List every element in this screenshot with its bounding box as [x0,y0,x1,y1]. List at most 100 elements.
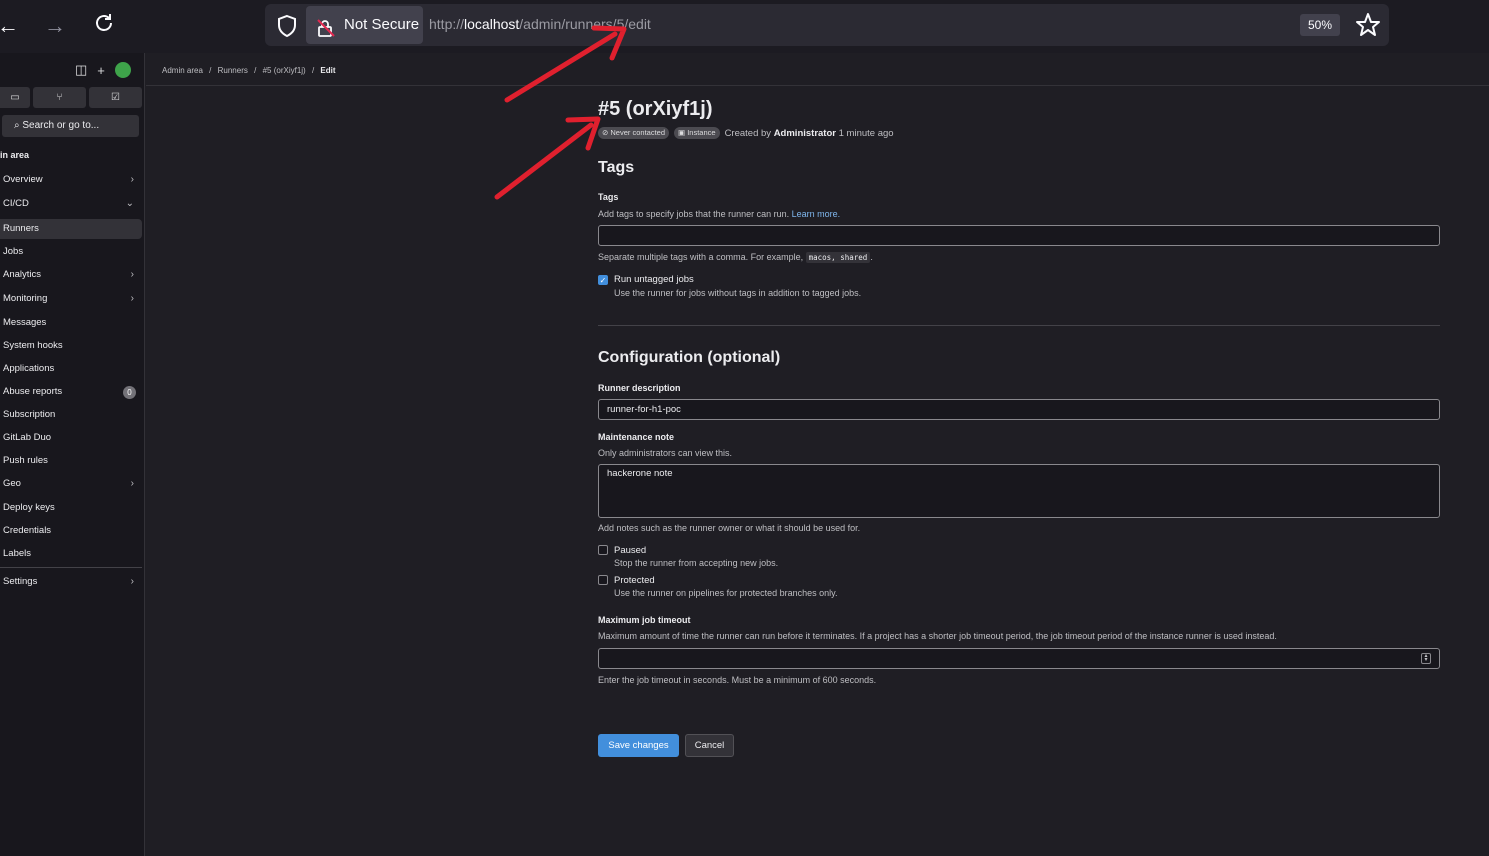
sidebar-item-label: CI/CD [3,198,29,209]
sidebar-item-subscription[interactable]: Subscription [0,405,142,425]
breadcrumb-runners[interactable]: Runners [218,66,248,75]
runner-description-input[interactable]: runner-for-h1-poc [598,399,1440,420]
sidebar-item-runners[interactable]: Runners [0,219,142,239]
search-icon: ⌕ [14,120,20,131]
protected-checkbox[interactable] [598,575,608,585]
status-badge-label: Never contacted [610,128,666,137]
insecure-lock-icon [316,15,336,53]
sidebar-item-label: Messages [3,317,47,328]
sidebar-item-label: Push rules [3,455,48,466]
max-job-timeout-input[interactable]: ▴ ▾ [598,648,1440,669]
cancel-button[interactable]: Cancel [685,734,734,757]
sidebar-item-label: Settings [3,576,38,587]
tracking-protection-shield-icon[interactable] [276,14,298,43]
sidebar-section-title: in area [0,150,30,160]
breadcrumb-separator: / [311,66,315,75]
runner-meta: ⊘ Never contacted ▣ Instance Created by … [598,127,894,139]
sidebar-item-labels[interactable]: Labels [0,544,142,564]
runner-type-badge: ▣ Instance [674,127,720,139]
collapse-sidebar-icon[interactable]: ◫ [75,62,87,78]
todo-check-icon: ☑ [111,92,120,103]
sidebar-item-label: Credentials [3,525,52,536]
protected-label[interactable]: Protected [614,575,655,586]
sidebar-item-credentials[interactable]: Credentials [0,521,142,541]
sidebar-item-jobs[interactable]: Jobs [0,242,142,262]
runner-type-label: Instance [687,128,716,137]
sidebar-item-overview[interactable]: Overview › [0,170,142,190]
paused-label[interactable]: Paused [614,545,646,556]
browser-toolbar: ← → Not Secure http://localhost/admin/ru… [0,0,1489,53]
reload-icon[interactable] [90,12,118,40]
url-scheme: http:// [429,16,465,32]
max-job-timeout-help: Maximum amount of time the runner can ru… [598,631,1277,641]
user-avatar[interactable] [114,62,131,78]
sidebar-item-analytics[interactable]: Analytics › [0,265,142,285]
todos-button[interactable]: ☑ [89,87,142,108]
sidebar-item-gitlab-duo[interactable]: GitLab Duo [0,428,142,448]
not-secure-label: Not Secure [344,16,420,33]
number-spinner-icon[interactable]: ▴ ▾ [1421,653,1431,664]
tags-label: Tags [598,192,619,202]
tags-help: Add tags to specify jobs that the runner… [598,209,840,219]
sidebar-item-applications[interactable]: Applications [0,359,142,379]
sidebar-item-abuse-reports[interactable]: Abuse reports 0 [0,382,142,402]
maintenance-note-textarea[interactable]: hackerone note [598,464,1440,518]
created-time: 1 minute ago [838,127,894,139]
chevron-down-icon: ⌄ [125,198,134,209]
tags-example-code: macos, shared [805,252,871,263]
sidebar-item-settings[interactable]: Settings › [0,572,142,592]
created-by-user[interactable]: Administrator [774,128,836,139]
forward-arrow-icon[interactable]: → [41,12,69,40]
breadcrumb-runner[interactable]: #5 (orXiyf1j) [263,66,306,75]
run-untagged-label[interactable]: Run untagged jobs [614,274,694,285]
learn-more-link[interactable]: Learn more. [792,209,841,219]
bookmark-star-icon[interactable] [1355,12,1381,43]
section-divider [598,325,1440,326]
page-title: #5 (orXiyf1j) [598,98,713,120]
tags-separator-help: Separate multiple tags with a comma. For… [598,252,873,263]
breadcrumb-current: Edit [320,66,336,75]
sidebar-item-system-hooks[interactable]: System hooks [0,336,142,356]
paused-checkbox[interactable] [598,545,608,555]
site-security-button[interactable]: Not Secure [306,6,423,44]
create-new-plus-icon[interactable]: + [97,63,105,78]
sidebar-item-label: System hooks [3,340,63,351]
breadcrumb-admin-area[interactable]: Admin area [162,66,203,75]
url-text[interactable]: http://localhost/admin/runners/5/edit [429,16,651,32]
configuration-heading: Configuration (optional) [598,349,781,366]
back-arrow-icon[interactable]: ← [0,12,22,40]
merge-requests-button[interactable]: ⑂ [33,87,86,108]
chevron-right-icon: › [130,269,134,280]
status-offline-icon: ⊘ [602,128,609,137]
protected-help: Use the runner on pipelines for protecte… [614,588,838,598]
zoom-level-button[interactable]: 50% [1300,14,1340,36]
sidebar-item-label: Geo [3,478,21,489]
chevron-right-icon: › [130,293,134,304]
sidebar-item-label: Applications [3,363,55,374]
sidebar-item-deploy-keys[interactable]: Deploy keys [0,498,142,518]
save-changes-button[interactable]: Save changes [598,734,679,757]
sidebar-item-geo[interactable]: Geo › [0,474,142,494]
sidebar-item-label: Deploy keys [3,502,55,513]
sidebar-item-monitoring[interactable]: Monitoring › [0,289,142,309]
tags-help-text: Add tags to specify jobs that the runner… [598,209,790,219]
sidebar-item-cicd[interactable]: CI/CD ⌄ [0,194,142,214]
sidebar-item-push-rules[interactable]: Push rules [0,451,142,471]
sidebar-divider [0,567,142,568]
search-or-go-to-button[interactable]: ⌕ Search or go to... [2,115,139,137]
run-untagged-checkbox[interactable]: ✓ [598,275,608,285]
check-icon: ✓ [599,276,607,285]
maintenance-note-label: Maintenance note [598,432,675,442]
tags-input[interactable] [598,225,1440,246]
breadcrumb-separator: / [254,66,257,75]
count-badge: 0 [123,386,136,399]
sidebar-item-label: Monitoring [3,293,48,304]
sidebar: ◫ + ▭ ⑂ ☑ ⌕ Search or go to... in area O… [0,53,145,856]
chevron-right-icon: › [130,478,134,489]
sidebar-counters: ▭ ⑂ ☑ [0,87,142,108]
sidebar-item-label: Labels [3,548,31,559]
issues-count-button[interactable]: ▭ [0,87,30,108]
sidebar-item-messages[interactable]: Messages [0,313,142,333]
sidebar-item-label: Overview [3,174,43,185]
annotation-arrow-icon [494,116,601,200]
